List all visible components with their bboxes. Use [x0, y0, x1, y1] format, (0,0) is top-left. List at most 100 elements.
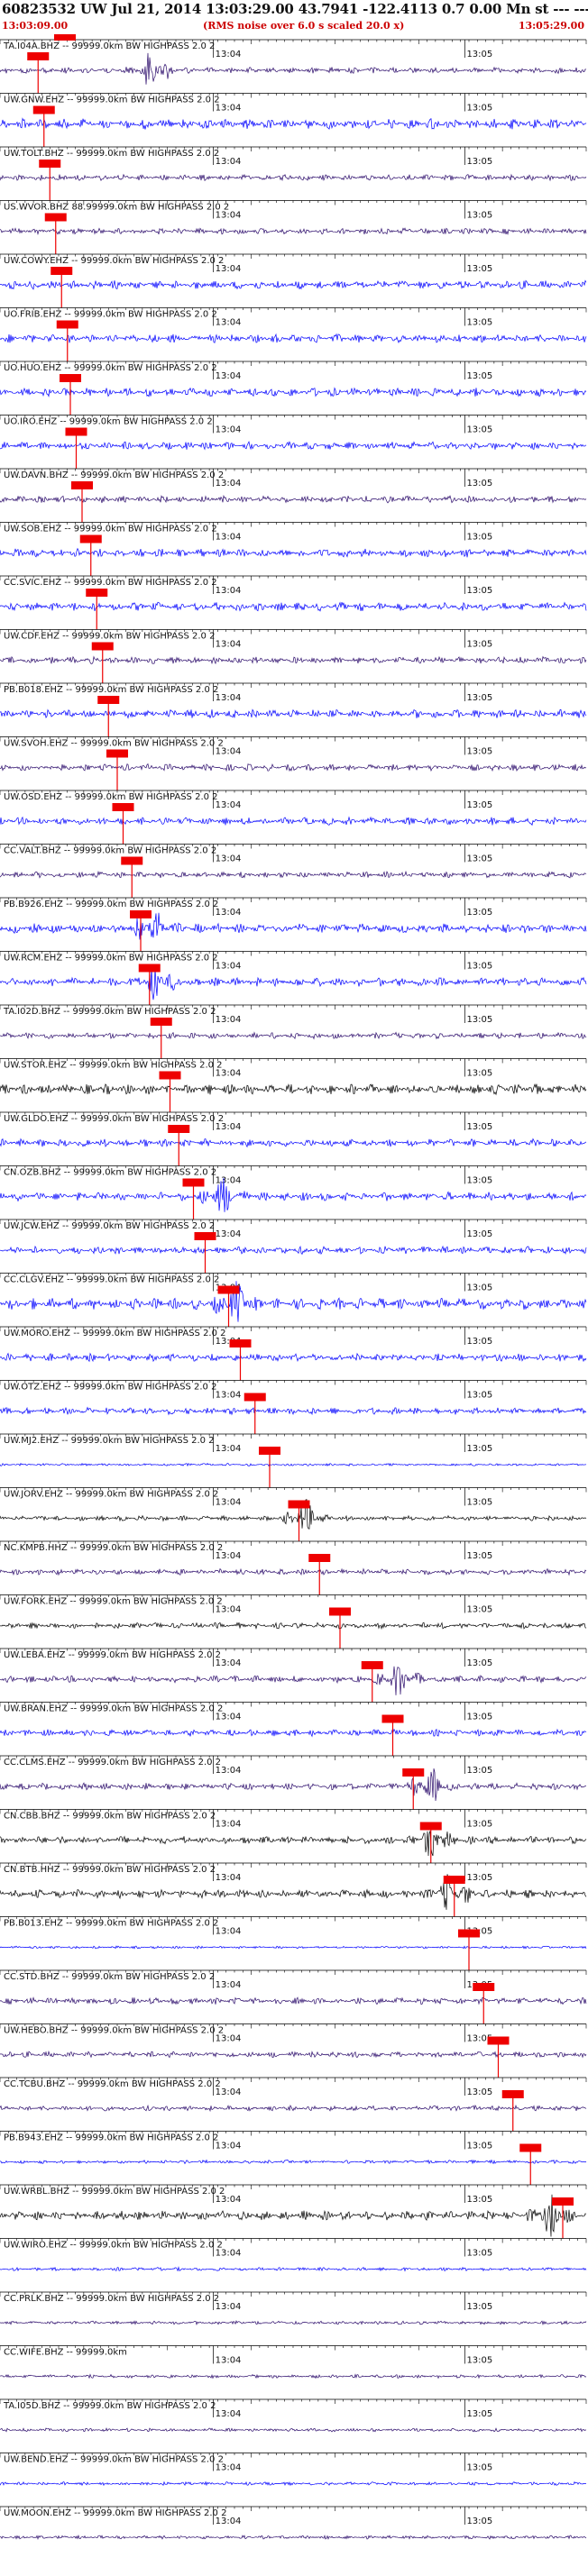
- trace-label: UW.GLDO.EHZ -- 99999.0km BW HIGHPASS 2.0…: [4, 1114, 224, 1124]
- trace-label: CC.VALT.BHZ -- 99999.0km BW HIGHPASS 2.0…: [4, 846, 216, 856]
- trace-label: US.WVOR.BHZ 88.99999.0km BW HIGHPASS 2.0…: [4, 203, 229, 213]
- time-mark-label: 13:04: [216, 211, 242, 221]
- time-mark-label: 13:04: [216, 2249, 242, 2259]
- time-mark-label: 13:04: [216, 1713, 242, 1722]
- waveform: [0, 1177, 587, 1212]
- trace-label: UW.OSD.EHZ -- 99999.0km BW HIGHPASS 2.0 …: [4, 792, 218, 802]
- trace-label: NC.KMPB.HHZ -- 99999.0km BW HIGHPASS 2.0…: [4, 1543, 223, 1553]
- waveform: [0, 1281, 587, 1322]
- time-mark-label: 13:04: [216, 2409, 242, 2419]
- time-mark-label: 13:05: [466, 1229, 492, 1239]
- trace-label: UO.FRIB.EHZ -- 99999.0km BW HIGHPASS 2.0…: [4, 310, 217, 320]
- trace-label: TA.I02D.BHZ -- 99999.0km BW HIGHPASS 2.0…: [3, 1007, 216, 1017]
- trace-label: PB.B926.EHZ -- 99999.0km BW HIGHPASS 2.0…: [4, 900, 218, 909]
- time-mark-label: 13:05: [466, 1176, 492, 1186]
- waveform: [0, 279, 587, 290]
- time-mark-label: 13:04: [216, 318, 242, 328]
- time-mark-label: 13:05: [466, 2463, 492, 2473]
- trace-row: UW.WRBL.BHZ -- 99999.0km BW HIGHPASS 2.0…: [0, 2184, 587, 2239]
- trace-row: NC.KMPB.HHZ -- 99999.0km BW HIGHPASS 2.0…: [0, 1540, 587, 1595]
- waveform: [0, 2320, 587, 2326]
- waveform: [0, 1245, 587, 1256]
- time-mark-label: 13:04: [216, 1015, 242, 1025]
- trace-label: UW.FORK.EHZ -- 99999.0km BW HIGHPASS 2.0…: [4, 1597, 223, 1607]
- trace-row: UW.COWY.EHZ -- 99999.0km BW HIGHPASS 2.0…: [0, 253, 587, 308]
- waveform: [0, 2159, 587, 2165]
- time-mark-label: 13:04: [216, 50, 242, 59]
- waveform: [0, 870, 587, 879]
- waveform: [0, 1137, 587, 1148]
- time-mark-label: 13:05: [466, 371, 492, 381]
- time-mark-label: 13:04: [216, 533, 242, 543]
- trace-label: PB.B018.EHZ -- 99999.0km BW HIGHPASS 2.0…: [4, 685, 218, 695]
- trace-label: CC.TCBU.BHZ -- 99999.0km BW HIGHPASS 2.0…: [4, 2079, 221, 2089]
- trace-row: UW.BEND.EHZ -- 99999.0km BW HIGHPASS 2.0…: [0, 2453, 587, 2487]
- trace-row: UO.FRIB.EHZ -- 99999.0km BW HIGHPASS 2.0…: [0, 307, 587, 361]
- time-mark-label: 13:05: [466, 747, 492, 757]
- waveform: [0, 1874, 587, 1910]
- trace-row: UW.SVOH.EHZ -- 99999.0km BW HIGHPASS 2.0…: [0, 736, 587, 790]
- waveform: [0, 2535, 587, 2541]
- waveform: [0, 966, 587, 1000]
- waveform: [0, 1945, 587, 1950]
- trace-label: UW.SVOH.EHZ -- 99999.0km BW HIGHPASS 2.0…: [4, 739, 224, 749]
- waveform: [0, 494, 587, 504]
- time-mark-label: 13:05: [466, 1069, 492, 1079]
- trace-row: UW.MORO.EHZ -- 99999.0km BW HIGHPASS 2.0…: [0, 1326, 587, 1381]
- waveform: [0, 1996, 587, 2005]
- trace-label: UW.DAVN.BHZ -- 99999.0km BW HIGHPASS 2.0…: [4, 470, 224, 480]
- time-mark-label: 13:05: [466, 2356, 492, 2366]
- waveform: [0, 117, 587, 130]
- waveform: [0, 2427, 586, 2433]
- trace-row: PB.B018.EHZ -- 99999.0km BW HIGHPASS 2.0…: [0, 682, 587, 737]
- trace-row: UW.RCM.EHZ -- 99999.0km BW HIGHPASS 2.0 …: [0, 951, 587, 1005]
- time-mark-label: 13:04: [216, 1444, 242, 1454]
- time-mark-label: 13:04: [216, 1176, 242, 1186]
- time-mark-label: 13:05: [466, 264, 492, 274]
- time-mark-label: 13:04: [216, 1122, 242, 1132]
- waveform: [0, 1768, 587, 1802]
- trace-row: UW.HEBO.BHZ -- 99999.0km BW HIGHPASS 2.0…: [0, 2023, 587, 2078]
- time-mark-label: 13:04: [216, 2463, 242, 2473]
- time-mark-label: 13:05: [466, 50, 492, 59]
- waveform: [0, 1831, 587, 1857]
- time-mark-label: 13:05: [466, 2517, 492, 2526]
- time-mark-label: 13:04: [216, 264, 242, 274]
- time-mark-label: 13:04: [216, 371, 242, 381]
- waveform: [0, 1082, 587, 1096]
- waveform: [0, 816, 587, 827]
- waveform: [0, 601, 587, 612]
- trace-row: UW.BRAN.EHZ -- 99999.0km BW HIGHPASS 2.0…: [0, 1702, 587, 1756]
- time-mark-label: 13:04: [216, 2302, 242, 2312]
- trace-label: UW.JCW.EHZ -- 99999.0km BW HIGHPASS 2.0 …: [4, 1221, 215, 1231]
- time-mark-label: 13:04: [216, 693, 242, 703]
- waveform: [0, 2104, 587, 2113]
- time-mark-label: 13:04: [216, 908, 242, 918]
- time-mark-label: 13:04: [216, 1927, 242, 1937]
- trace-label: UW.WRBL.BHZ -- 99999.0km BW HIGHPASS 2.0…: [4, 2187, 225, 2197]
- time-mark-label: 13:05: [466, 318, 492, 328]
- time-mark-label: 13:04: [216, 1069, 242, 1079]
- waveform: [0, 1666, 587, 1695]
- trace-label: UW.WIRO.EHZ -- 99999.0km BW HIGHPASS 2.0…: [4, 2241, 223, 2251]
- trace-row: UW.OTZ.EHZ -- 99999.0km BW HIGHPASS 2.0 …: [0, 1380, 587, 1434]
- time-mark-label: 13:05: [466, 157, 492, 167]
- trace-row: UW.WIRO.EHZ -- 99999.0km BW HIGHPASS 2.0…: [0, 2238, 587, 2272]
- trace-label: CC.CLMS.EHZ -- 99999.0km BW HIGHPASS 2.0…: [4, 1758, 221, 1768]
- trace-label: UW.BRAN.EHZ -- 99999.0km BW HIGHPASS 2.0…: [4, 1704, 223, 1714]
- time-mark-label: 13:05: [466, 908, 492, 918]
- waveform: [0, 763, 587, 772]
- waveform: [0, 2194, 587, 2237]
- waveform: [0, 227, 587, 235]
- trace-label: UW.BEND.EHZ -- 99999.0km BW HIGHPASS 2.0…: [4, 2455, 224, 2465]
- trace-label: CN.BTB.HHZ -- 99999.0km BW HIGHPASS 2.0 …: [4, 1865, 216, 1875]
- trace-label: UW.HEBO.BHZ -- 99999.0km BW HIGHPASS 2.0…: [4, 2026, 224, 2036]
- time-mark-label: 13:05: [466, 2195, 492, 2205]
- time-mark-label: 13:05: [466, 2302, 492, 2312]
- trace-row: UW.FORK.EHZ -- 99999.0km BW HIGHPASS 2.0…: [0, 1594, 587, 1649]
- trace-label: UW.OTZ.EHZ -- 99999.0km BW HIGHPASS 2.0 …: [4, 1383, 216, 1393]
- time-mark-label: 13:04: [216, 1820, 242, 1830]
- trace-row: UW.GNW.EHZ -- 99999.0km BW HIGHPASS 2.0 …: [0, 93, 587, 147]
- trace-label: UW.GNW.EHZ -- 99999.0km BW HIGHPASS 2.0 …: [4, 96, 220, 105]
- time-mark-label: 13:04: [216, 2195, 242, 2205]
